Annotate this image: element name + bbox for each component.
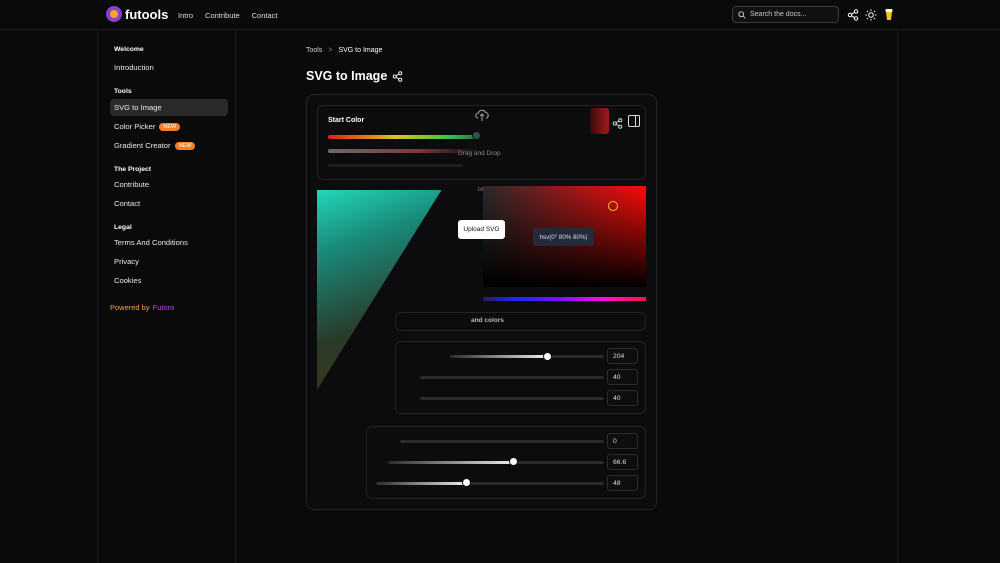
logo-text: futools (125, 6, 169, 22)
slider-fill (450, 355, 548, 358)
sidebar-item-terms[interactable]: Terms And Conditions (110, 234, 228, 251)
right-border (897, 30, 898, 563)
app-root: futools Intro Contribute Contact Search … (0, 0, 1000, 563)
alpha-gradient-bar[interactable] (328, 149, 478, 153)
hsv-tooltip: hsv(0° 80% 80%) (533, 228, 594, 246)
colors-button[interactable] (395, 312, 646, 331)
sidebar-item-label: Contact (114, 199, 141, 208)
breadcrumb: Tools > SVG to Image (306, 47, 382, 54)
sidebar-item-label: Gradient Creator (114, 141, 171, 150)
sidebar: Welcome Introduction Tools SVG to Image … (110, 46, 228, 312)
slider-track[interactable] (400, 440, 604, 443)
search-icon (738, 10, 746, 19)
nav-contact[interactable]: Contact (252, 11, 278, 20)
slider-fill (376, 482, 467, 485)
hue-spectrum-bar[interactable] (483, 297, 646, 301)
saturation-value-input[interactable]: 66.6 (607, 454, 638, 470)
page-title-text: SVG to Image (306, 69, 388, 83)
hue-slider-thumb[interactable] (472, 131, 481, 140)
logo[interactable]: futools (106, 6, 168, 22)
slider-thumb[interactable] (509, 457, 518, 466)
sidebar-item-label: Contribute (114, 180, 150, 189)
hue-value-input[interactable]: 0 (607, 433, 638, 449)
slider-track[interactable] (420, 376, 604, 379)
new-badge: NEW (159, 122, 181, 131)
sidebar-item-privacy[interactable]: Privacy (110, 253, 228, 270)
red-value-input[interactable]: 204 (607, 348, 638, 364)
search-input[interactable]: Search the docs... (732, 6, 839, 23)
slider-thumb[interactable] (462, 478, 471, 487)
sidebar-item-contribute[interactable]: Contribute (110, 176, 228, 193)
sidebar-item-label: Cookies (114, 276, 142, 285)
lightness-value-input[interactable]: 48 (607, 475, 638, 491)
share-icon[interactable] (392, 70, 403, 82)
sidebar-section-project: The Project (114, 166, 152, 173)
powered-by[interactable]: Powered by Futoro (110, 303, 228, 312)
sidebar-section-tools: Tools (114, 88, 132, 95)
slider-track[interactable] (420, 397, 604, 400)
powered-brand: Futoro (152, 303, 175, 312)
blue-value-input[interactable]: 40 (607, 390, 638, 406)
breadcrumb-current: SVG to Image (338, 47, 383, 54)
sidebar-item-label: SVG to Image (114, 103, 162, 112)
panel-toggle-icon[interactable] (628, 115, 640, 127)
breadcrumb-separator: > (328, 47, 333, 54)
nav-intro[interactable]: Intro (178, 11, 193, 20)
sidebar-item-color-picker[interactable]: Color Picker NEW (110, 118, 228, 135)
hue-gradient-bar[interactable] (328, 135, 478, 139)
upload-cloud-icon (474, 108, 490, 127)
breadcrumb-parent[interactable]: Tools (306, 47, 322, 54)
color-swatch[interactable] (590, 108, 609, 134)
logo-icon (106, 6, 122, 22)
start-color-label: Start Color (328, 117, 365, 124)
upload-svg-button[interactable]: Upload SVG (458, 220, 505, 239)
sidebar-section-welcome: Welcome (114, 46, 144, 53)
cup-icon[interactable] (882, 8, 895, 21)
gradient-track (328, 164, 463, 167)
header-icons (846, 8, 895, 21)
green-value-input[interactable]: 40 (607, 369, 638, 385)
nav-contribute[interactable]: Contribute (205, 11, 240, 20)
sidebar-divider (235, 30, 236, 563)
powered-prefix: Powered by (110, 303, 150, 312)
top-bar: futools Intro Contribute Contact Search … (0, 0, 1000, 30)
sidebar-item-label: Privacy (114, 257, 139, 266)
left-border (97, 30, 98, 563)
sidebar-item-label: Color Picker (114, 122, 156, 131)
slider-thumb[interactable] (543, 352, 552, 361)
share-icon[interactable] (846, 8, 859, 21)
search-placeholder: Search the docs... (750, 11, 807, 18)
colors-button-label: and colors (471, 317, 504, 324)
drag-drop-label: Drag and Drop (458, 150, 501, 157)
sidebar-item-label: Introduction (114, 63, 154, 72)
sidebar-item-introduction[interactable]: Introduction (110, 59, 228, 76)
sun-icon[interactable] (864, 8, 877, 21)
slider-fill (388, 461, 515, 464)
sidebar-item-gradient-creator[interactable]: Gradient Creator NEW (110, 137, 228, 154)
sidebar-item-svg-to-image[interactable]: SVG to Image (110, 99, 228, 116)
saturation-cursor[interactable] (608, 201, 618, 211)
sidebar-section-legal: Legal (114, 224, 132, 231)
sidebar-item-contact[interactable]: Contact (110, 195, 228, 212)
sidebar-item-cookies[interactable]: Cookies (110, 272, 228, 289)
new-badge: NEW (174, 141, 196, 150)
share-icon[interactable] (612, 116, 623, 134)
sidebar-item-label: Terms And Conditions (114, 238, 188, 247)
top-nav: Intro Contribute Contact (178, 11, 289, 20)
page-title: SVG to Image (306, 69, 403, 83)
